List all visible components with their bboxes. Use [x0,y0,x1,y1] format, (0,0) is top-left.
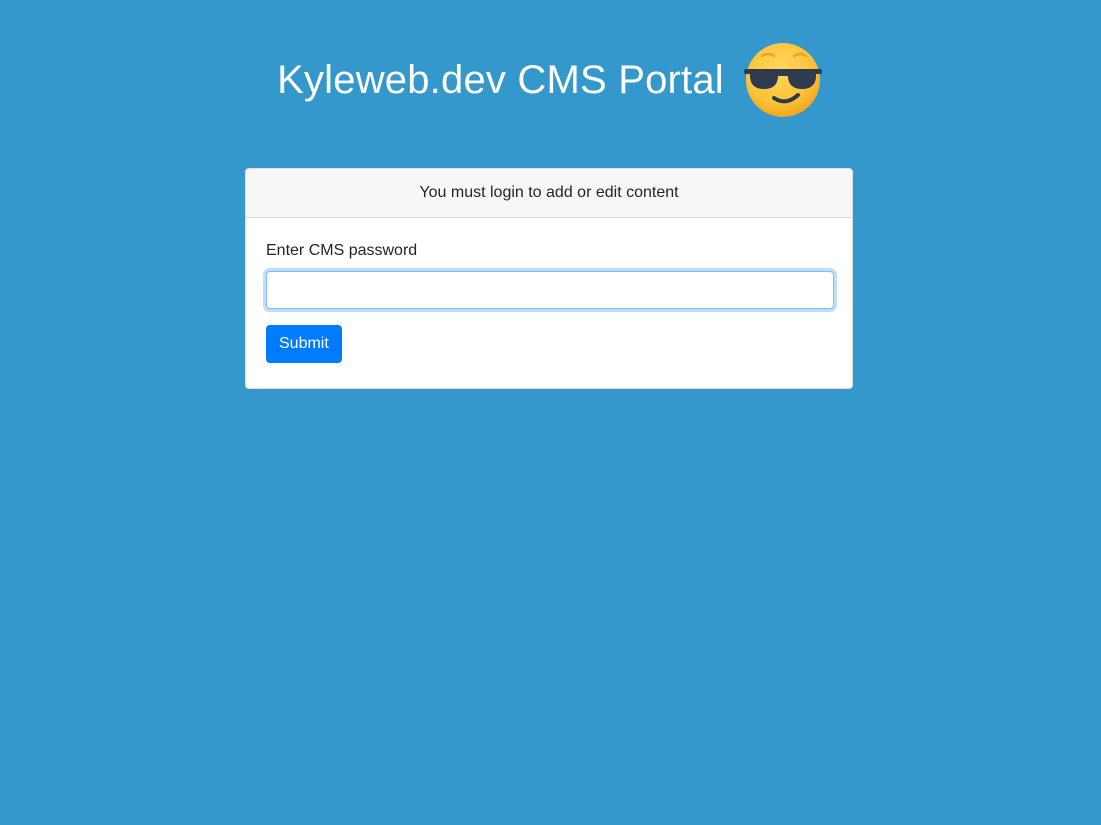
login-card-body: Enter CMS password Submit [246,218,852,383]
password-input[interactable] [266,271,834,309]
login-card: You must login to add or edit content En… [245,168,853,389]
page-title: Kyleweb.dev CMS Portal [277,58,724,102]
smiling-face-with-sunglasses-icon [743,43,822,117]
submit-button[interactable]: Submit [266,325,342,363]
page-header: Kyleweb.dev CMS Portal [0,40,1101,120]
password-label: Enter CMS password [266,242,418,259]
login-card-header: You must login to add or edit content [246,169,852,218]
